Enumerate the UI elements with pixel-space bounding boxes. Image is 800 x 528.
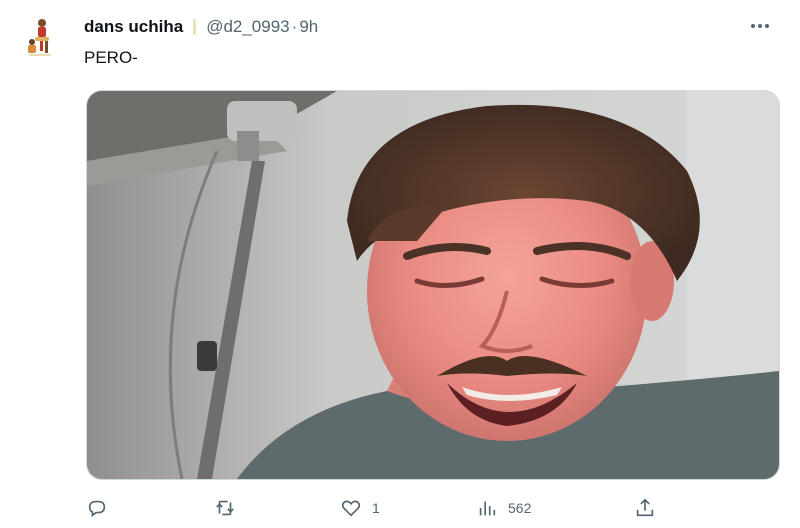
photo-image xyxy=(87,91,779,479)
more-options-button[interactable] xyxy=(746,16,774,36)
display-name[interactable]: dans uchiha xyxy=(84,17,183,37)
views-icon xyxy=(479,501,496,516)
reply-button[interactable] xyxy=(86,494,118,522)
avatar-image xyxy=(18,14,62,58)
heart-icon xyxy=(341,500,361,517)
tweet-actions: 1 562 xyxy=(86,494,666,522)
reply-icon xyxy=(88,500,106,517)
retweet-icon xyxy=(216,500,234,516)
tweet-header: dans uchiha @d2_0993 · 9h xyxy=(84,16,318,38)
share-button[interactable] xyxy=(634,494,656,522)
share-icon xyxy=(636,498,654,517)
header-separator: · xyxy=(291,17,298,36)
retweet-button[interactable] xyxy=(214,494,246,522)
views-button[interactable]: 562 xyxy=(476,494,531,522)
views-count: 562 xyxy=(508,500,532,516)
tweet-media-photo[interactable] xyxy=(86,90,780,480)
like-button[interactable]: 1 xyxy=(340,494,380,522)
avatar[interactable] xyxy=(18,14,62,58)
tweet-timestamp[interactable]: 9h xyxy=(299,17,318,37)
like-count: 1 xyxy=(372,500,380,516)
ellipsis-icon xyxy=(751,24,769,28)
tweet-card: dans uchiha @d2_0993 · 9h PERO- 1 562 xyxy=(0,0,800,528)
tweet-text: PERO- xyxy=(84,48,138,67)
divider xyxy=(193,19,197,35)
user-handle[interactable]: @d2_0993 xyxy=(206,17,289,37)
